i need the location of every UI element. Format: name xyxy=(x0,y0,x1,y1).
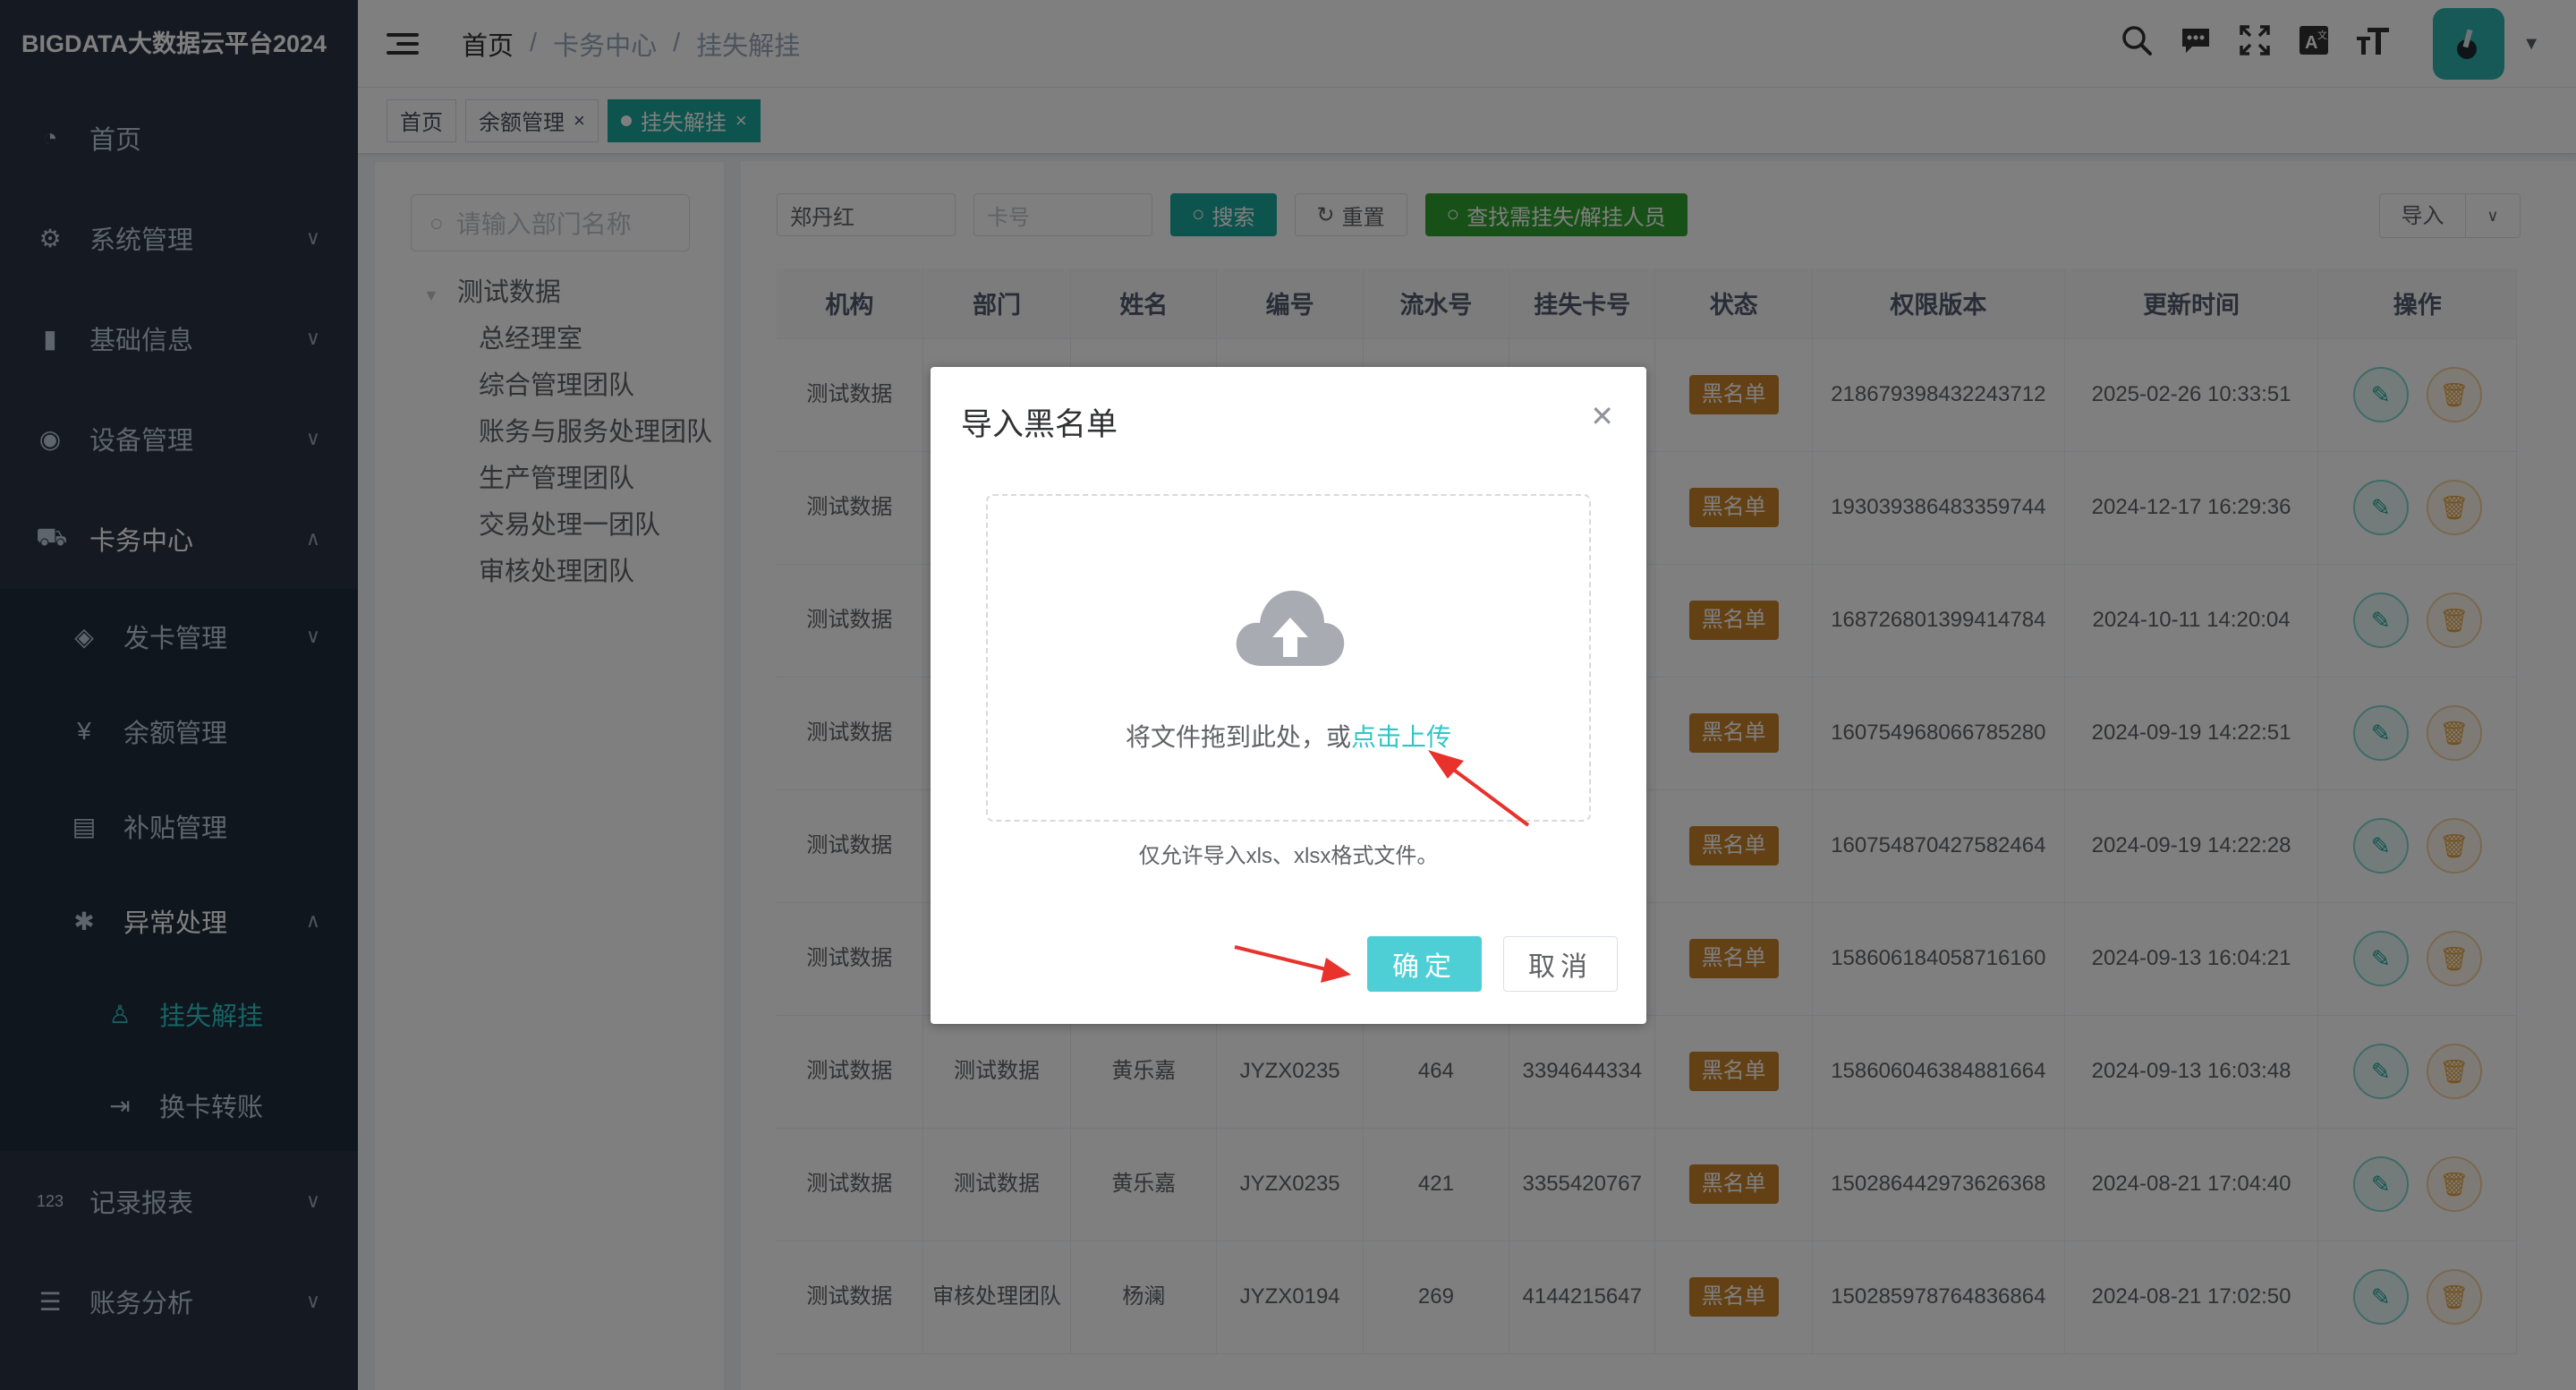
confirm-button[interactable]: 确定 xyxy=(1367,936,1482,992)
dialog-title: 导入黑名单 xyxy=(961,407,1118,442)
upload-tip: 仅允许导入xls、xlsx格式文件。 xyxy=(1138,844,1439,868)
import-blacklist-dialog: 导入黑名单 ✕ 将文件拖到此处，或点击上传 仅允许导入xls、xlsx格式文件。… xyxy=(931,367,1646,1024)
upload-dropzone[interactable]: 将文件拖到此处，或点击上传 xyxy=(986,494,1591,822)
drag-text: 将文件拖到此处，或 xyxy=(1125,723,1351,751)
close-icon[interactable]: ✕ xyxy=(1590,399,1614,433)
cloud-upload-icon xyxy=(1236,590,1345,666)
click-upload-link[interactable]: 点击上传 xyxy=(1351,723,1451,751)
upload-hint: 将文件拖到此处，或点击上传 xyxy=(988,718,1589,754)
cancel-button[interactable]: 取消 xyxy=(1503,936,1618,992)
